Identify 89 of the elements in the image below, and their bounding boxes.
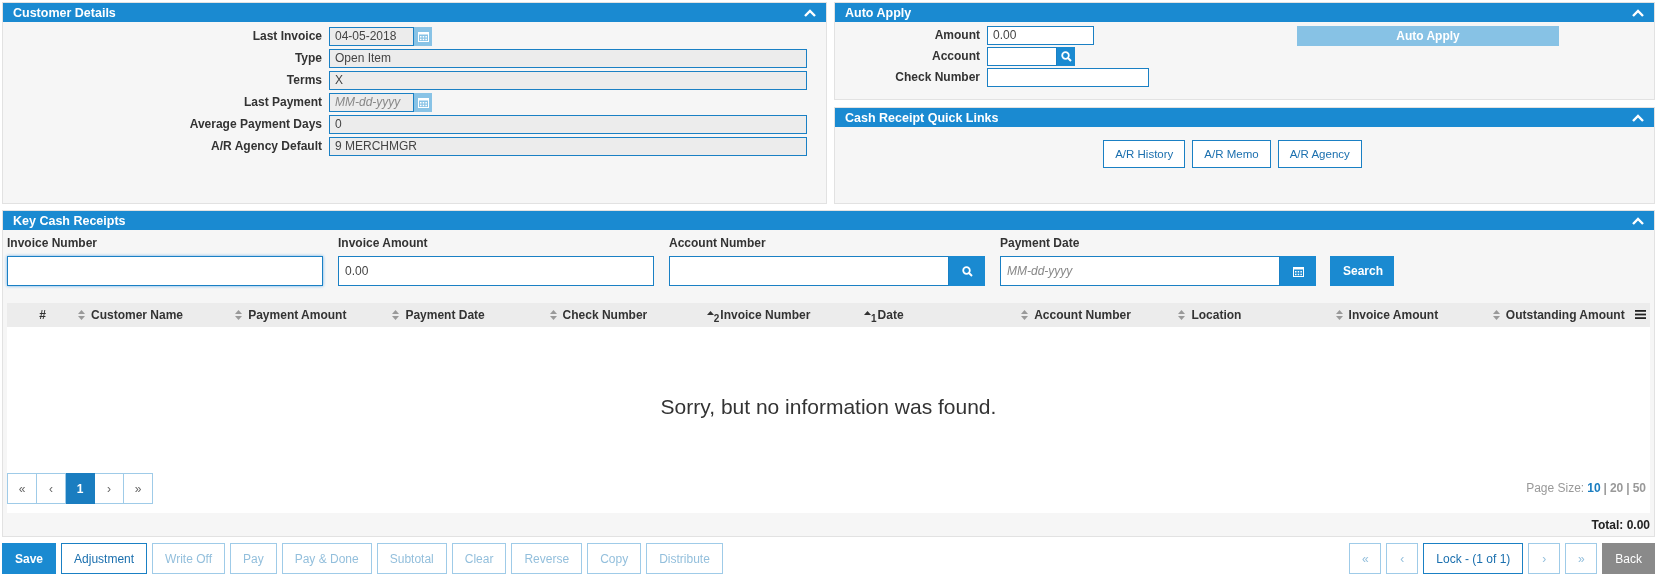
calendar-icon — [417, 30, 429, 42]
field-label: Last Invoice — [251, 29, 322, 43]
sort-icon[interactable] — [1492, 310, 1500, 320]
column-header[interactable]: Outstanding Amount — [1505, 308, 1625, 322]
field-label: A/R Agency Default — [210, 139, 322, 153]
page-button[interactable]: › — [95, 473, 124, 504]
column-header[interactable]: Invoice Amount — [1348, 308, 1439, 322]
navigation-button[interactable]: Back — [1602, 543, 1655, 574]
collapse-icon[interactable] — [804, 8, 816, 17]
quick-link-button[interactable]: A/R Memo — [1192, 140, 1271, 168]
panel-title: Auto Apply — [845, 5, 912, 20]
total-label: Total: 0.00 — [1591, 517, 1650, 532]
column-header[interactable]: Date — [877, 308, 904, 322]
text-field[interactable]: 0 — [329, 114, 807, 134]
text-field[interactable] — [669, 256, 949, 286]
column-header[interactable]: Customer Name — [91, 308, 184, 322]
column-header[interactable]: Check Number — [562, 308, 648, 322]
action-button[interactable]: Save — [2, 543, 57, 574]
sort-icon[interactable] — [78, 310, 85, 320]
date-field[interactable]: MM-dd-yyyy — [329, 92, 414, 112]
filter-label: Invoice Number — [7, 236, 99, 250]
text-field[interactable] — [987, 67, 1149, 87]
page-size-label: Page Size: — [1526, 481, 1585, 495]
calendar-icon — [1292, 265, 1304, 277]
column-header[interactable]: Account Number — [1034, 308, 1131, 322]
text-field[interactable] — [987, 46, 1057, 66]
search-button[interactable]: Search — [1330, 256, 1394, 286]
filter-label: Invoice Amount — [338, 236, 429, 250]
sort-icon[interactable] — [1335, 310, 1343, 320]
sort-icon[interactable] — [1178, 310, 1186, 320]
sort-icon[interactable] — [392, 310, 400, 320]
field-label: Average Payment Days — [188, 117, 322, 131]
filter-label: Account Number — [669, 236, 767, 250]
search-button[interactable] — [949, 256, 985, 286]
calendar-button[interactable] — [414, 26, 432, 46]
column-header[interactable]: Location — [1191, 308, 1242, 322]
panel-title: Key Cash Receipts — [13, 213, 126, 228]
search-icon — [1060, 50, 1072, 62]
column-header[interactable]: Invoice Number — [720, 308, 811, 322]
text-field[interactable]: 0.00 — [338, 256, 654, 286]
page-button[interactable]: » — [124, 473, 153, 504]
calendar-button[interactable] — [1280, 256, 1316, 286]
column-header[interactable]: Payment Amount — [248, 308, 347, 322]
action-button[interactable]: Adjustment — [61, 543, 148, 574]
field-label: Account — [931, 49, 980, 63]
calendar-button[interactable] — [414, 92, 432, 112]
sort-order: 2 — [713, 312, 720, 324]
sort-icon[interactable] — [235, 310, 243, 320]
field-label: Amount — [933, 28, 980, 42]
text-field[interactable]: 9 MERCHMGR — [329, 136, 807, 156]
date-field[interactable]: MM-dd-yyyy — [1000, 256, 1280, 286]
text-field[interactable]: 0.00 — [987, 25, 1094, 45]
separator: | — [1603, 481, 1607, 495]
date-field[interactable]: 04-05-2018 — [329, 26, 414, 46]
column-header[interactable]: Payment Date — [405, 308, 485, 322]
quick-link-button[interactable]: A/R History — [1103, 140, 1186, 168]
field-label: Last Payment — [242, 95, 322, 109]
field-label: Check Number — [894, 70, 980, 84]
field-label: Type — [293, 51, 322, 65]
text-field[interactable] — [7, 256, 323, 286]
sort-order: 1 — [871, 312, 877, 324]
empty-message: Sorry, but no information was found. — [659, 395, 998, 419]
page-size-option[interactable]: 50 — [1632, 481, 1646, 495]
collapse-icon[interactable] — [1632, 216, 1644, 225]
sort-ascending-icon[interactable] — [864, 310, 871, 315]
text-field[interactable]: X — [329, 70, 807, 90]
collapse-icon[interactable] — [1632, 8, 1644, 17]
page-button[interactable]: « — [7, 473, 37, 504]
panel-title: Cash Receipt Quick Links — [845, 110, 999, 125]
sort-ascending-icon[interactable] — [706, 310, 714, 315]
page-button[interactable]: ‹ — [37, 473, 66, 504]
separator: | — [1626, 481, 1630, 495]
sort-icon[interactable] — [1021, 310, 1029, 320]
collapse-icon[interactable] — [1632, 113, 1644, 122]
column-header[interactable]: # — [39, 308, 46, 322]
menu-icon[interactable] — [1635, 310, 1646, 319]
page-size-option[interactable]: 10 — [1587, 481, 1601, 495]
page-size-option[interactable]: 20 — [1609, 481, 1624, 495]
filter-label: Payment Date — [1000, 236, 1081, 250]
search-button[interactable] — [1057, 46, 1075, 66]
field-label: Terms — [285, 73, 322, 87]
calendar-icon — [417, 96, 429, 108]
navigation-button[interactable]: Lock - (1 of 1) — [1423, 543, 1524, 574]
page-button[interactable]: 1 — [66, 473, 95, 504]
quick-link-button[interactable]: A/R Agency — [1277, 140, 1362, 168]
search-icon — [961, 265, 973, 277]
text-field[interactable]: Open Item — [329, 48, 807, 68]
panel-title: Customer Details — [13, 5, 116, 20]
sort-icon[interactable] — [549, 310, 557, 320]
